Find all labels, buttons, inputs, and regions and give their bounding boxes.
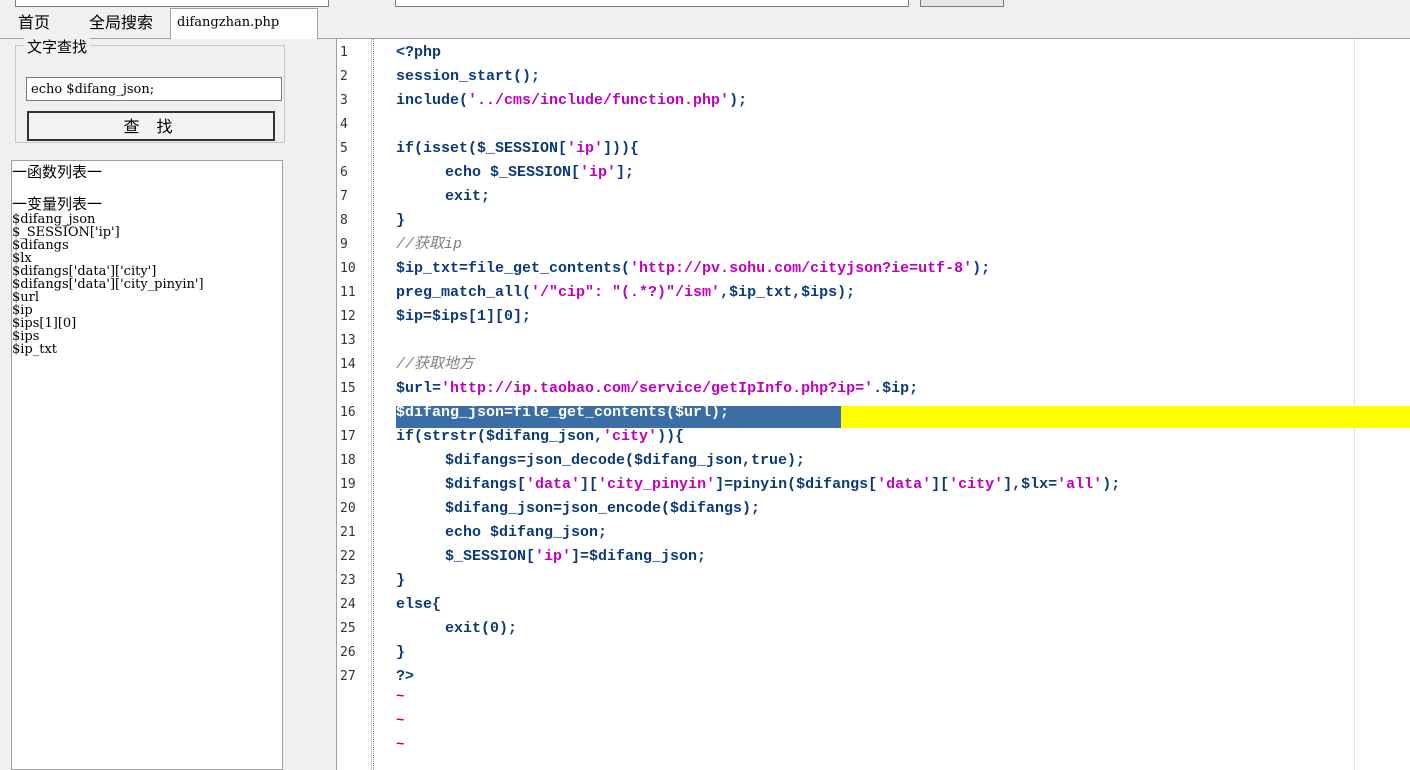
code-line[interactable]: $difang_json=file_get_contents($url); xyxy=(396,401,729,425)
code-line[interactable]: $difang_json=json_encode($difangs); xyxy=(445,497,760,521)
line-number: 26 xyxy=(340,645,356,660)
code-line[interactable]: ?> xyxy=(396,665,414,689)
line-number: 16 xyxy=(340,405,356,420)
text-find-legend: 文字查找 xyxy=(24,36,91,57)
variable-list-item[interactable]: $difangs xyxy=(12,239,282,252)
code-line[interactable]: } xyxy=(396,569,405,593)
line-number: 17 xyxy=(340,429,356,444)
code-line[interactable]: echo $_SESSION['ip']; xyxy=(445,161,634,185)
find-button[interactable]: 查 找 xyxy=(27,111,275,141)
line-number: 2 xyxy=(340,69,348,84)
variable-list-header: 一变量列表一 xyxy=(12,195,103,213)
end-of-file-marker: ~ xyxy=(396,737,405,753)
code-line[interactable]: $difangs=json_decode($difang_json,true); xyxy=(445,449,805,473)
line-number: 14 xyxy=(340,357,356,372)
line-number: 21 xyxy=(340,525,356,540)
line-number: 15 xyxy=(340,381,356,396)
code-line[interactable]: //获取ip xyxy=(396,233,462,257)
top-toolbar-strip xyxy=(0,0,1410,8)
line-number: 10 xyxy=(340,261,356,276)
line-number: 7 xyxy=(340,189,348,204)
line-number: 19 xyxy=(340,477,356,492)
function-list-header: 一函数列表一 xyxy=(12,163,103,181)
line-number: 11 xyxy=(340,285,356,300)
code-line[interactable]: $difangs['data']['city_pinyin']=pinyin($… xyxy=(445,473,1120,497)
top-field-address[interactable] xyxy=(395,0,909,7)
tab-global-search[interactable]: 全局搜索 xyxy=(83,10,159,36)
end-of-file-marker: ~ xyxy=(396,689,405,705)
line-number: 5 xyxy=(340,141,348,156)
tab-bar: 首页 全局搜索 difangzhan.php xyxy=(0,8,1410,39)
variable-list-item[interactable]: $ips[1][0] xyxy=(12,317,282,330)
variable-list-item[interactable]: $url xyxy=(12,291,282,304)
code-line[interactable]: exit; xyxy=(445,185,490,209)
code-line[interactable]: $url='http://ip.taobao.com/service/getIp… xyxy=(396,377,918,401)
code-line[interactable]: <?php xyxy=(396,41,441,65)
tab-difangzhan-php[interactable]: difangzhan.php xyxy=(170,8,318,39)
line-number: 9 xyxy=(340,237,348,252)
line-number: 20 xyxy=(340,501,356,516)
line-number: 18 xyxy=(340,453,356,468)
line-number: 12 xyxy=(340,309,356,324)
code-line[interactable]: if(isset($_SESSION['ip'])){ xyxy=(396,137,639,161)
code-line[interactable]: if(strstr($difang_json,'city')){ xyxy=(396,425,684,449)
tab-home[interactable]: 首页 xyxy=(12,10,56,36)
search-input[interactable]: echo $difang_json; xyxy=(26,77,282,101)
line-number: 27 xyxy=(340,669,356,684)
fold-margin xyxy=(373,39,374,770)
code-line[interactable]: else{ xyxy=(396,593,441,617)
code-line[interactable]: session_start(); xyxy=(396,65,540,89)
code-line[interactable]: echo $difang_json; xyxy=(445,521,607,545)
variable-list-item[interactable]: $difangs['data']['city_pinyin'] xyxy=(12,278,282,291)
end-of-file-marker: ~ xyxy=(396,713,405,729)
code-line[interactable]: $_SESSION['ip']=$difang_json; xyxy=(445,545,706,569)
line-number: 23 xyxy=(340,573,356,588)
code-line[interactable]: //获取地方 xyxy=(396,353,474,377)
code-line[interactable]: preg_match_all('/"cip": "(.*?)"/ism',$ip… xyxy=(396,281,855,305)
right-edge-marker xyxy=(1354,39,1355,770)
code-editor[interactable]: 1 2 3 4 5 6 7 8 9 10 11 12 13 14 15 16 17 18 19 20 21 22 23 24 2… xyxy=(337,39,1410,770)
code-line[interactable]: exit(0); xyxy=(445,617,517,641)
line-number: 8 xyxy=(340,213,348,228)
code-line[interactable]: } xyxy=(396,209,405,233)
line-number-gutter: 1 2 3 4 5 6 7 8 9 10 11 12 13 14 15 16 17 18 19 20 21 22 23 24 2… xyxy=(337,39,372,770)
top-button[interactable] xyxy=(920,0,1004,7)
line-number: 6 xyxy=(340,165,348,180)
code-line[interactable]: $ip=$ips[1][0]; xyxy=(396,305,531,329)
line-number: 4 xyxy=(340,117,348,132)
line-number: 22 xyxy=(340,549,356,564)
line-number: 24 xyxy=(340,597,356,612)
top-field-left[interactable] xyxy=(15,0,329,7)
code-line[interactable]: } xyxy=(396,641,405,665)
code-line[interactable]: $ip_txt=file_get_contents('http://pv.soh… xyxy=(396,257,990,281)
line-number: 3 xyxy=(340,93,348,108)
symbol-list[interactable]: 一函数列表一 一变量列表一 $difang_json $_SESSION['ip'… xyxy=(11,160,283,770)
code-line[interactable]: include('../cms/include/function.php'); xyxy=(396,89,747,113)
line-number: 1 xyxy=(340,45,348,60)
variable-list-item[interactable]: $ip_txt xyxy=(12,343,282,356)
variable-list: $difang_json $_SESSION['ip'] $difangs $lx $d… xyxy=(12,213,282,356)
line-number: 13 xyxy=(340,333,356,348)
line-number: 25 xyxy=(340,621,356,636)
left-panel: 文字查找 echo $difang_json; 查 找 一函数列表一 一变量列表… xyxy=(0,36,337,770)
